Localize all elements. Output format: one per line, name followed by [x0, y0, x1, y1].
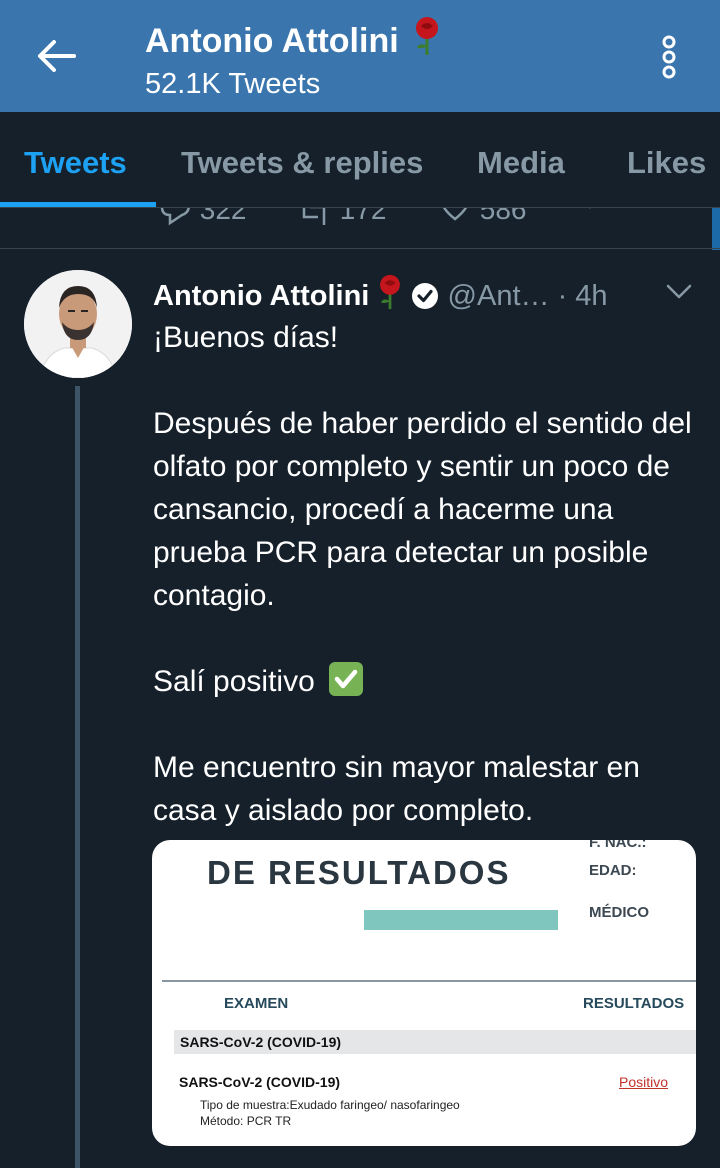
- tab-media[interactable]: Media: [477, 145, 565, 181]
- share-icon: [589, 208, 591, 209]
- image-section-band: SARS-CoV-2 (COVID-19): [174, 1030, 696, 1054]
- retweet-count: 172: [339, 208, 387, 225]
- back-arrow-icon[interactable]: [34, 36, 78, 76]
- rose-icon: [413, 16, 441, 65]
- previous-tweet-actions: 322 172 586: [0, 208, 720, 248]
- share-button[interactable]: [578, 208, 612, 227]
- tweet-header: Antonio Attolini @Ant… · 4h: [153, 274, 608, 314]
- tab-tweets-replies[interactable]: Tweets & replies: [181, 145, 423, 181]
- redaction-bar: [364, 910, 558, 930]
- reply-icon: [160, 208, 190, 225]
- image-sample-type: Tipo de muestra:Exudado faringeo/ nasofa…: [200, 1098, 460, 1112]
- avatar[interactable]: [24, 270, 132, 378]
- reply-count: 322: [199, 208, 247, 225]
- header-name: Antonio Attolini: [145, 22, 399, 60]
- image-divider: [162, 980, 696, 982]
- tweet-paragraph: Me encuentro sin mayor malestar en casa …: [153, 751, 640, 827]
- image-field-edad: EDAD:: [589, 862, 637, 879]
- image-test-result: Positivo: [619, 1074, 669, 1090]
- scroll-indicator[interactable]: [712, 208, 720, 250]
- heart-icon: [443, 208, 467, 221]
- thread-line: [75, 386, 80, 1168]
- verified-badge-icon: [411, 282, 439, 318]
- tweet-text: ¡Buenos días! Después de haber perdido e…: [153, 316, 701, 832]
- tweet-separator: [0, 248, 720, 249]
- chevron-down-icon[interactable]: [666, 284, 692, 300]
- image-section-label: SARS-CoV-2 (COVID-19): [180, 1034, 342, 1050]
- profile-header: Antonio Attolini 52.1K Tweets: [0, 0, 720, 112]
- tweet-paragraph-text: Salí positivo: [153, 665, 315, 698]
- tweet-count: 52.1K Tweets: [145, 68, 321, 100]
- image-method: Método: PCR TR: [200, 1114, 292, 1128]
- image-field-medico: MÉDICO: [589, 904, 649, 921]
- more-options-icon[interactable]: [656, 34, 682, 80]
- image-col-resultados: RESULTADOS: [583, 995, 685, 1012]
- tab-tweets[interactable]: Tweets: [24, 145, 127, 181]
- author-handle[interactable]: @Ant…: [448, 280, 550, 312]
- tweet-paragraph: ¡Buenos días!: [153, 321, 339, 354]
- like-button[interactable]: 586: [438, 208, 527, 227]
- tweet-time[interactable]: · 4h: [558, 280, 608, 312]
- profile-tabs: Tweets Tweets & replies Media Likes: [0, 112, 720, 208]
- image-test-name: SARS-CoV-2 (COVID-19): [179, 1074, 341, 1090]
- header-title: Antonio Attolini: [145, 16, 441, 65]
- image-title: DE RESULTADOS: [207, 854, 511, 891]
- author-name[interactable]: Antonio Attolini: [153, 280, 369, 312]
- reply-button[interactable]: 322: [158, 208, 247, 227]
- like-count: 586: [479, 208, 527, 225]
- image-col-examen: EXAMEN: [224, 995, 289, 1012]
- tweet-paragraph: Después de haber perdido el sentido del …: [153, 407, 692, 612]
- retweet-button[interactable]: 172: [298, 208, 387, 227]
- tab-likes[interactable]: Likes: [627, 145, 706, 181]
- rose-icon: [377, 274, 403, 318]
- tweet-image[interactable]: F. NAC.: DE RESULTADOS EDAD: MÉDICO EXAM…: [152, 840, 696, 1146]
- check-mark-icon: [329, 662, 364, 696]
- image-field-fnac: F. NAC.:: [589, 840, 647, 851]
- tweet-paragraph: Salí positivo: [153, 660, 701, 703]
- retweet-icon: [302, 208, 326, 225]
